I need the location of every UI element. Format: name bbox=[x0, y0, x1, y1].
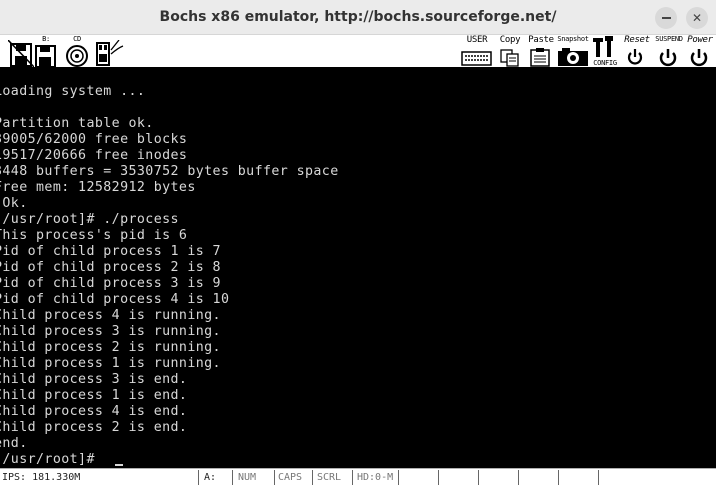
terminal-line: Child process 3 is running. bbox=[0, 324, 221, 339]
terminal-line: Pid of child process 1 is 7 bbox=[0, 244, 221, 259]
terminal-line: 3448 buffers = 3530752 bytes buffer spac… bbox=[0, 164, 339, 179]
status-bar: IPS: 181.330M A: NUM CAPS SCRL HD:0-M bbox=[0, 468, 716, 485]
status-divider bbox=[232, 470, 233, 485]
terminal-line: Loading system ... bbox=[0, 84, 146, 99]
reset-button[interactable]: Reset bbox=[622, 35, 652, 67]
config-tools-icon bbox=[593, 36, 613, 57]
terminal-line: Pid of child process 2 is 8 bbox=[0, 260, 221, 275]
terminal-line: Child process 3 is end. bbox=[0, 372, 188, 387]
terminal-line: 39005/62000 free blocks bbox=[0, 132, 188, 147]
config-button[interactable]: CONFIG bbox=[590, 35, 620, 67]
status-divider bbox=[518, 470, 519, 485]
close-icon: ✕ bbox=[691, 11, 703, 25]
caps-lock-indicator: CAPS bbox=[278, 472, 303, 483]
paste-icon bbox=[530, 48, 550, 67]
terminal-line: Pid of child process 4 is 10 bbox=[0, 292, 230, 307]
power-button[interactable]: Power bbox=[684, 35, 716, 67]
terminal-line: end. bbox=[0, 436, 28, 451]
drive-a-indicator: A: bbox=[204, 472, 217, 483]
status-divider bbox=[478, 470, 479, 485]
paste-button[interactable]: Paste bbox=[527, 35, 555, 67]
status-divider bbox=[352, 470, 353, 485]
window-titlebar[interactable]: Bochs x86 emulator, http://bochs.sourcef… bbox=[0, 0, 716, 35]
bochs-toolbar: B: CD USER Copy Paste Snapshot CONFIG Re… bbox=[0, 35, 716, 68]
copy-icon bbox=[500, 49, 519, 67]
close-button[interactable]: ✕ bbox=[686, 7, 708, 29]
reset-icon bbox=[627, 49, 643, 65]
ips-readout: IPS: 181.330M bbox=[2, 472, 81, 483]
status-divider bbox=[438, 470, 439, 485]
terminal-line: Partition table ok. bbox=[0, 116, 154, 131]
terminal-line: Child process 1 is running. bbox=[0, 356, 221, 371]
cdrom-button[interactable]: CD bbox=[64, 35, 90, 67]
suspend-button[interactable]: SUSPEND bbox=[652, 35, 686, 67]
terminal-line: Pid of child process 3 is 9 bbox=[0, 276, 221, 291]
copy-button[interactable]: Copy bbox=[497, 35, 523, 67]
suspend-icon bbox=[659, 49, 677, 67]
usb-device-icon bbox=[96, 40, 124, 66]
num-lock-indicator: NUM bbox=[238, 472, 257, 483]
window-title: Bochs x86 emulator, http://bochs.sourcef… bbox=[159, 9, 557, 25]
keyboard-icon bbox=[461, 51, 492, 66]
status-divider bbox=[198, 470, 199, 485]
scroll-lock-indicator: SCRL bbox=[317, 472, 342, 483]
terminal-line: Child process 4 is end. bbox=[0, 404, 188, 419]
minimize-icon bbox=[661, 17, 671, 19]
terminal-prompt-line: [/usr/root]# bbox=[0, 452, 104, 467]
terminal-line: Child process 1 is end. bbox=[0, 388, 188, 403]
minimize-button[interactable] bbox=[655, 7, 677, 29]
floppy-a-icon bbox=[8, 40, 34, 67]
terminal-line: 19517/20666 free inodes bbox=[0, 148, 188, 163]
terminal-line: Free mem: 12582912 bytes bbox=[0, 180, 196, 195]
snapshot-button[interactable]: Snapshot bbox=[556, 35, 590, 67]
floppy-b-icon bbox=[35, 45, 56, 67]
terminal-line: Child process 2 is running. bbox=[0, 340, 221, 355]
terminal-line: Ok. bbox=[2, 196, 28, 211]
usb-button[interactable] bbox=[94, 35, 124, 67]
status-divider bbox=[398, 470, 399, 485]
status-divider bbox=[274, 470, 275, 485]
user-button[interactable]: USER bbox=[460, 35, 494, 67]
terminal-line: Child process 4 is running. bbox=[0, 308, 221, 323]
terminal-line: Child process 2 is end. bbox=[0, 420, 188, 435]
camera-icon bbox=[558, 48, 588, 66]
status-divider bbox=[312, 470, 313, 485]
status-divider bbox=[558, 470, 559, 485]
power-icon bbox=[690, 49, 708, 67]
terminal-line: This process's pid is 6 bbox=[0, 228, 188, 243]
config-label: CONFIG bbox=[593, 59, 617, 67]
status-divider bbox=[598, 470, 599, 485]
hard-disk-indicator: HD:0-M bbox=[357, 472, 394, 483]
cdrom-icon bbox=[66, 45, 88, 67]
floppy-b-button[interactable]: B: bbox=[34, 35, 58, 67]
floppy-a-button[interactable] bbox=[8, 35, 34, 67]
text-cursor bbox=[115, 464, 123, 466]
terminal-line: [/usr/root]# ./process bbox=[0, 212, 179, 227]
emulator-screen[interactable]: Loading system ... Partition table ok. 3… bbox=[0, 68, 716, 468]
